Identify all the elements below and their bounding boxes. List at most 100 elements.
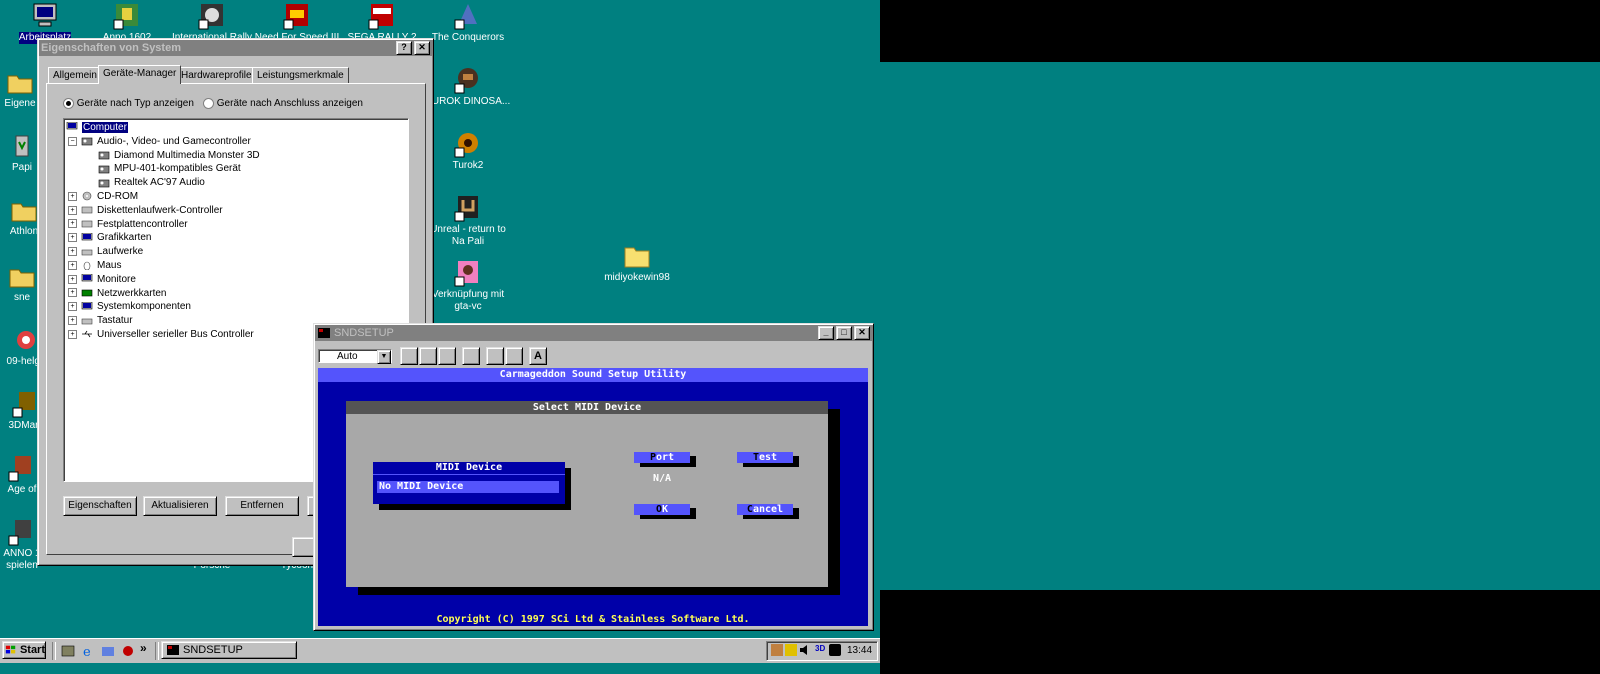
tree-item-audio[interactable]: − Audio-, Video- und Gamecontroller — [66, 135, 408, 149]
maximize-button[interactable]: □ — [836, 326, 852, 340]
midi-device-list[interactable]: MIDI Device No MIDI Device — [373, 462, 565, 504]
copyright-footer: Copyright (C) 1997 SCi Ltd & Stainless S… — [436, 614, 750, 625]
tree-label: Computer — [82, 122, 128, 133]
expand-icon[interactable]: + — [68, 260, 77, 270]
quicklaunch-chevron[interactable]: » — [140, 641, 147, 655]
help-button[interactable]: ? — [396, 41, 412, 55]
expand-icon[interactable]: + — [68, 233, 77, 243]
svg-text:e: e — [83, 645, 91, 659]
expand-icon[interactable]: + — [68, 302, 77, 312]
desktop-icon-unreal[interactable]: Unreal - return to Na Pali — [423, 194, 513, 248]
tree-item-device[interactable]: Diamond Multimedia Monster 3D — [66, 149, 408, 163]
display-adapter-icon — [81, 232, 93, 241]
volume-icon[interactable] — [799, 644, 811, 656]
refresh-button[interactable]: Aktualisieren — [143, 496, 217, 516]
tree-item-category[interactable]: + Grafikkarten — [66, 231, 408, 245]
tree-item-category[interactable]: + Maus — [66, 259, 408, 273]
properties-icon[interactable] — [486, 347, 504, 365]
tab-allgemein[interactable]: Allgemein — [48, 67, 102, 84]
expand-icon[interactable]: + — [68, 219, 77, 229]
remove-button[interactable]: Entfernen — [225, 496, 299, 516]
minimize-button[interactable]: _ — [818, 326, 834, 340]
tree-label: Netzwerkkarten — [97, 287, 167, 299]
game-shortcut-icon — [283, 4, 308, 30]
desktop-icon-the-conquerors[interactable]: The Conquerors — [423, 2, 513, 44]
tree-item-device[interactable]: Realtek AC'97 Audio — [66, 176, 408, 190]
msdos-icon — [167, 645, 179, 655]
desktop-icon-turok[interactable]: TUROK DINOSA... — [423, 66, 513, 108]
button-label: ancel — [752, 504, 784, 515]
tree-label: Grafikkarten — [97, 232, 152, 244]
desktop-icon-gta-vc[interactable]: Verknüpfung mit gta-vc — [423, 259, 513, 313]
desktop-icon-label: Unreal - return to Na Pali — [430, 224, 506, 247]
close-button[interactable]: ✕ — [414, 41, 430, 55]
mark-icon[interactable] — [400, 347, 418, 365]
tab-geraete-manager[interactable]: Geräte-Manager — [98, 65, 182, 84]
font-size-select[interactable]: Auto ▼ — [318, 349, 392, 364]
expand-icon[interactable]: + — [68, 191, 77, 201]
tree-item-computer[interactable]: Computer — [66, 121, 408, 135]
title-bar[interactable]: SNDSETUP _ □ ✕ — [315, 325, 872, 341]
tree-item-device[interactable]: MPU-401-kompatibles Gerät — [66, 162, 408, 176]
show-desktop-icon[interactable] — [60, 643, 76, 659]
tree-item-category[interactable]: + Systemkomponenten — [66, 300, 408, 314]
tree-item-category[interactable]: + Festplattencontroller — [66, 218, 408, 232]
radio-by-type[interactable]: Geräte nach Typ anzeigen — [63, 98, 194, 109]
tree-label: Diskettenlaufwerk-Controller — [97, 204, 223, 216]
properties-button[interactable]: Eigenschaften — [63, 496, 137, 516]
msdos-icon — [318, 328, 330, 338]
tree-label: Tastatur — [97, 315, 133, 327]
desktop-icon-midiyokewin98[interactable]: midiyokewin98 — [592, 242, 682, 284]
tree-item-category[interactable]: + Monitore — [66, 273, 408, 287]
desktop-icon-label: Turok2 — [452, 160, 484, 171]
font-icon[interactable]: A — [529, 347, 547, 365]
expand-icon[interactable]: + — [68, 205, 77, 215]
folder-icon — [11, 203, 37, 222]
disk-controller-icon — [81, 220, 93, 228]
expand-icon[interactable]: + — [68, 329, 77, 339]
tree-label: Diamond Multimedia Monster 3D — [114, 149, 260, 161]
radio-selected-icon — [63, 98, 74, 109]
paste-icon[interactable] — [438, 347, 456, 365]
internet-explorer-icon[interactable]: e — [80, 643, 96, 660]
tray-app-icon[interactable] — [785, 644, 797, 656]
port-button[interactable]: Port — [634, 452, 690, 463]
cancel-button[interactable]: Cancel — [737, 504, 793, 515]
background-icon[interactable] — [505, 347, 523, 365]
collapse-icon[interactable]: − — [68, 136, 77, 146]
radio-by-connection[interactable]: Geräte nach Anschluss anzeigen — [203, 98, 363, 109]
desktop-icon-turok2[interactable]: Turok2 — [423, 130, 513, 172]
tree-item-category[interactable]: + Netzwerkkarten — [66, 287, 408, 301]
tray-app-icon[interactable] — [771, 644, 783, 656]
tree-item-category[interactable]: + Diskettenlaufwerk-Controller — [66, 204, 408, 218]
close-button[interactable]: ✕ — [854, 326, 870, 340]
expand-icon[interactable]: + — [68, 247, 77, 257]
copy-icon[interactable] — [419, 347, 437, 365]
tab-leistungsmerkmale[interactable]: Leistungsmerkmale — [252, 67, 349, 84]
quicklaunch-app-icon[interactable] — [120, 643, 136, 659]
outlook-express-icon[interactable] — [100, 643, 116, 659]
expand-icon[interactable]: + — [68, 274, 77, 284]
tree-item-category[interactable]: + CD-ROM — [66, 190, 408, 204]
tree-label: Systemkomponenten — [97, 301, 191, 313]
task-button-sndsetup[interactable]: SNDSETUP — [161, 641, 297, 659]
title-bar[interactable]: Eigenschaften von System ? ✕ — [39, 40, 432, 56]
audio-device-icon — [98, 151, 110, 160]
tree-label: CD-ROM — [97, 190, 139, 202]
list-item-selected[interactable]: No MIDI Device — [377, 481, 559, 493]
tray-3d-icon[interactable]: 3D — [815, 644, 827, 656]
start-button[interactable]: Start — [2, 641, 46, 659]
fullscreen-icon[interactable] — [462, 347, 480, 365]
tray-display-icon[interactable] — [829, 644, 841, 656]
expand-icon[interactable]: + — [68, 288, 77, 298]
tab-hardwareprofile[interactable]: Hardwareprofile — [176, 67, 257, 84]
expand-icon[interactable]: + — [68, 316, 77, 326]
font-size-value: Auto — [337, 351, 358, 362]
recycle-bin-icon — [15, 135, 29, 157]
list-title: MIDI Device — [373, 462, 565, 475]
folder-icon — [624, 247, 650, 268]
tree-item-category[interactable]: + Laufwerke — [66, 245, 408, 259]
ok-button[interactable]: OK — [634, 504, 690, 515]
test-button[interactable]: Test — [737, 452, 793, 463]
chevron-down-icon[interactable]: ▼ — [377, 350, 391, 364]
